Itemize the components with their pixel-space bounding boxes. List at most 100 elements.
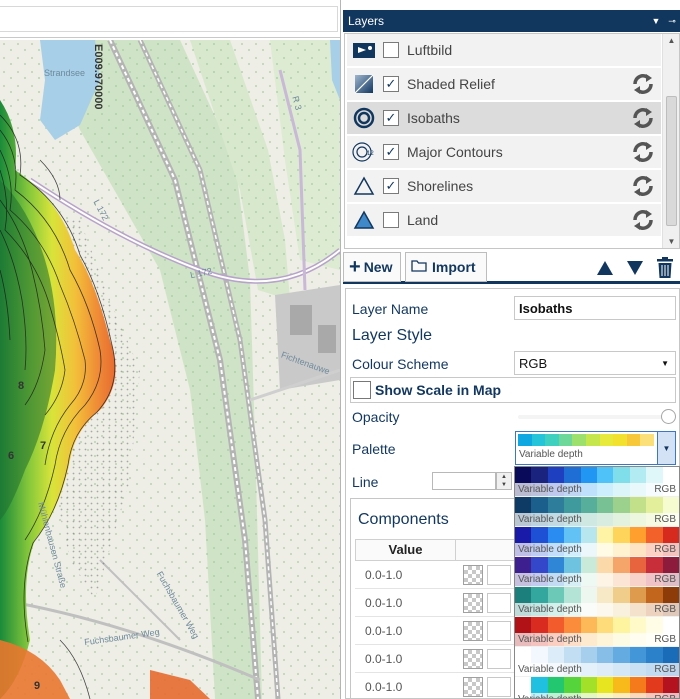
component-colour-chip[interactable] (463, 676, 483, 697)
layer-list-scrollbar[interactable]: ▲ ▼ (662, 34, 679, 248)
map-view[interactable]: Strandsee E009.970000 L 172 L 172 R 3 Fi… (0, 40, 340, 699)
show-scale-checkbox[interactable]: Show Scale in Map (350, 377, 676, 403)
move-down-icon[interactable] (623, 256, 647, 280)
component-extra-cell[interactable] (487, 564, 511, 585)
new-layer-button[interactable]: + New (343, 252, 401, 282)
palette-color-stop (558, 434, 573, 446)
palette-option[interactable]: Variable depth RGB (515, 497, 679, 527)
refresh-icon[interactable] (629, 172, 657, 200)
palette-color-stop (613, 603, 630, 616)
palette-select[interactable]: Variable depth ▼ (515, 431, 676, 465)
layer-visibility-checkbox[interactable] (383, 212, 399, 228)
show-scale-box[interactable] (353, 381, 371, 399)
layer-visibility-checkbox[interactable]: ✓ (383, 178, 399, 194)
palette-option-caption: Variable depth (518, 484, 582, 495)
layer-row-luftbild[interactable]: Luftbild (347, 34, 661, 66)
palette-color-stop (564, 617, 581, 633)
palette-color-stop (646, 527, 663, 543)
palette-color-stop (613, 633, 630, 646)
palette-color-stop (662, 497, 679, 513)
palette-option[interactable]: Variable depth RGB (515, 467, 679, 497)
palette-color-stop (580, 663, 598, 676)
palette-color-stop (662, 527, 679, 543)
chevron-down-icon[interactable]: ▼ (657, 432, 675, 464)
palette-color-stop (662, 467, 679, 483)
palette-option-mode: RGB (654, 514, 676, 525)
palette-color-stop (662, 647, 679, 663)
component-extra-cell[interactable] (487, 648, 511, 669)
opacity-label: Opacity (352, 409, 400, 425)
layer-row-land[interactable]: Land (347, 204, 661, 236)
layer-row-major-contours[interactable]: 12 ✓ Major Contours (347, 136, 661, 168)
component-colour-chip[interactable] (463, 648, 483, 669)
palette-color-stop (597, 573, 614, 586)
component-colour-chip[interactable] (463, 592, 483, 613)
component-extra-cell[interactable] (487, 620, 511, 641)
palette-color-stop (613, 677, 630, 693)
palette-color-stop (531, 587, 548, 603)
map-search-strip[interactable] (0, 6, 338, 32)
palette-color-stop (662, 557, 679, 573)
palette-color-stop (646, 677, 663, 693)
move-up-icon[interactable] (593, 256, 617, 280)
component-colour-chip[interactable] (463, 620, 483, 641)
palette-color-stop (547, 587, 565, 603)
palette-color-stop (626, 434, 641, 446)
pin-icon[interactable]: ⊸ (664, 16, 680, 27)
layer-row-isobaths[interactable]: ✓ Isobaths (347, 102, 661, 134)
palette-color-stop (613, 663, 630, 676)
component-extra-cell[interactable] (487, 676, 511, 697)
component-colour-chip[interactable] (463, 564, 483, 585)
value-column-header[interactable]: Value (356, 540, 456, 560)
refresh-icon[interactable] (629, 70, 657, 98)
palette-color-stop (629, 677, 647, 693)
colour-scheme-label: Colour Scheme (352, 356, 449, 372)
palette-color-stop (613, 573, 630, 586)
refresh-icon[interactable] (629, 138, 657, 166)
scroll-down-icon[interactable]: ▼ (663, 237, 679, 246)
palette-option-swatch (515, 467, 679, 483)
palette-color-stop (531, 647, 548, 663)
palette-color-stop (580, 633, 598, 646)
line-width-stepper[interactable]: ▲ ▼ (496, 472, 512, 490)
palette-color-stop (629, 587, 647, 603)
layer-name-field[interactable]: Isobaths (514, 296, 676, 320)
layer-visibility-checkbox[interactable]: ✓ (383, 110, 399, 126)
component-value: 0.0-1.0 (365, 679, 403, 694)
refresh-icon[interactable] (629, 104, 657, 132)
palette-color-stop (629, 633, 647, 646)
trash-icon[interactable] (653, 256, 677, 280)
palette-option[interactable]: Variable depth RGB (515, 617, 679, 647)
palette-option[interactable]: Variable depth RGB (515, 527, 679, 557)
palette-color-stop (580, 543, 598, 556)
palette-option[interactable]: Variable depth RGB (515, 587, 679, 617)
palette-color-stop (547, 497, 565, 513)
colour-scheme-value: RGB (519, 355, 548, 371)
opacity-slider-track[interactable] (518, 415, 670, 419)
palette-color-stop (629, 603, 647, 616)
layer-visibility-checkbox[interactable]: ✓ (383, 144, 399, 160)
palette-option[interactable]: Variable depth RGB (515, 647, 679, 677)
layer-row-shorelines[interactable]: ✓ Shorelines (347, 170, 661, 202)
refresh-icon[interactable] (629, 206, 657, 234)
import-button[interactable]: Import (405, 252, 487, 282)
palette-label: Palette (352, 441, 396, 457)
dropdown-arrow-icon[interactable]: ▼ (648, 16, 664, 26)
colour-scheme-select[interactable]: RGB ▼ (514, 351, 676, 375)
scrollbar-thumb[interactable] (666, 96, 677, 226)
component-value: 0.0-1.0 (365, 567, 403, 582)
opacity-slider-thumb[interactable] (661, 409, 676, 424)
scroll-up-icon[interactable]: ▲ (663, 36, 679, 45)
palette-color-stop (597, 647, 614, 663)
palette-option[interactable]: Variable depth RGB (515, 677, 679, 698)
layer-visibility-checkbox[interactable] (383, 42, 399, 58)
layer-visibility-checkbox[interactable]: ✓ (383, 76, 399, 92)
line-width-input[interactable] (432, 472, 496, 490)
folder-icon (411, 259, 427, 275)
palette-color-stop (613, 647, 630, 663)
palette-option[interactable]: Variable depth RGB (515, 557, 679, 587)
layer-row-shaded-relief[interactable]: ✓ Shaded Relief (347, 68, 661, 100)
component-extra-cell[interactable] (487, 592, 511, 613)
palette-color-stop (646, 587, 663, 603)
palette-color-stop (547, 557, 565, 573)
